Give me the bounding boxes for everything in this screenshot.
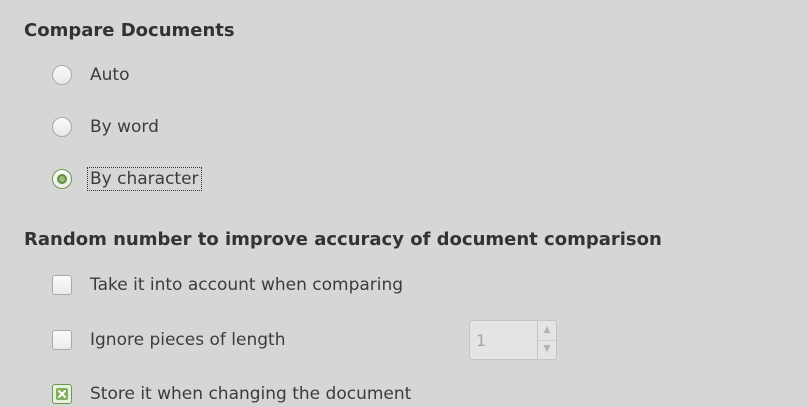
ignore-length-value[interactable]: 1	[470, 321, 537, 359]
radio-by-character-label: By character	[87, 167, 202, 191]
store-it-label: Store it when changing the document	[90, 384, 412, 404]
checkbox-store-it[interactable]: Store it when changing the document	[52, 381, 411, 407]
radio-auto[interactable]: Auto	[52, 62, 129, 88]
radio-button[interactable]	[52, 117, 72, 137]
checkbox-take-into-account[interactable]: Take it into account when comparing	[52, 272, 403, 298]
triangle-down-icon[interactable]: ▼	[538, 339, 556, 360]
checkbox-ignore-pieces[interactable]: Ignore pieces of length	[52, 327, 285, 353]
x-check-icon	[56, 388, 68, 400]
triangle-up-icon[interactable]: ▲	[538, 321, 556, 340]
radio-by-word-label: By word	[90, 117, 159, 137]
spin-buttons: ▲ ▼	[537, 321, 556, 359]
checkbox[interactable]	[52, 330, 72, 350]
ignore-length-spinbox[interactable]: 1 ▲ ▼	[469, 320, 557, 360]
ignore-pieces-label: Ignore pieces of length	[90, 330, 286, 350]
radio-button[interactable]	[52, 65, 72, 85]
compare-options-panel: Compare Documents Auto By word By charac…	[0, 0, 808, 407]
random-number-heading: Random number to improve accuracy of doc…	[24, 229, 662, 250]
compare-documents-heading: Compare Documents	[24, 20, 235, 41]
radio-button-selected[interactable]	[52, 169, 72, 189]
checkbox[interactable]	[52, 275, 72, 295]
take-into-account-label: Take it into account when comparing	[90, 275, 404, 295]
radio-by-word[interactable]: By word	[52, 114, 159, 140]
checkbox-checked[interactable]	[52, 384, 72, 404]
radio-by-character[interactable]: By character	[52, 166, 202, 192]
radio-auto-label: Auto	[90, 65, 130, 85]
